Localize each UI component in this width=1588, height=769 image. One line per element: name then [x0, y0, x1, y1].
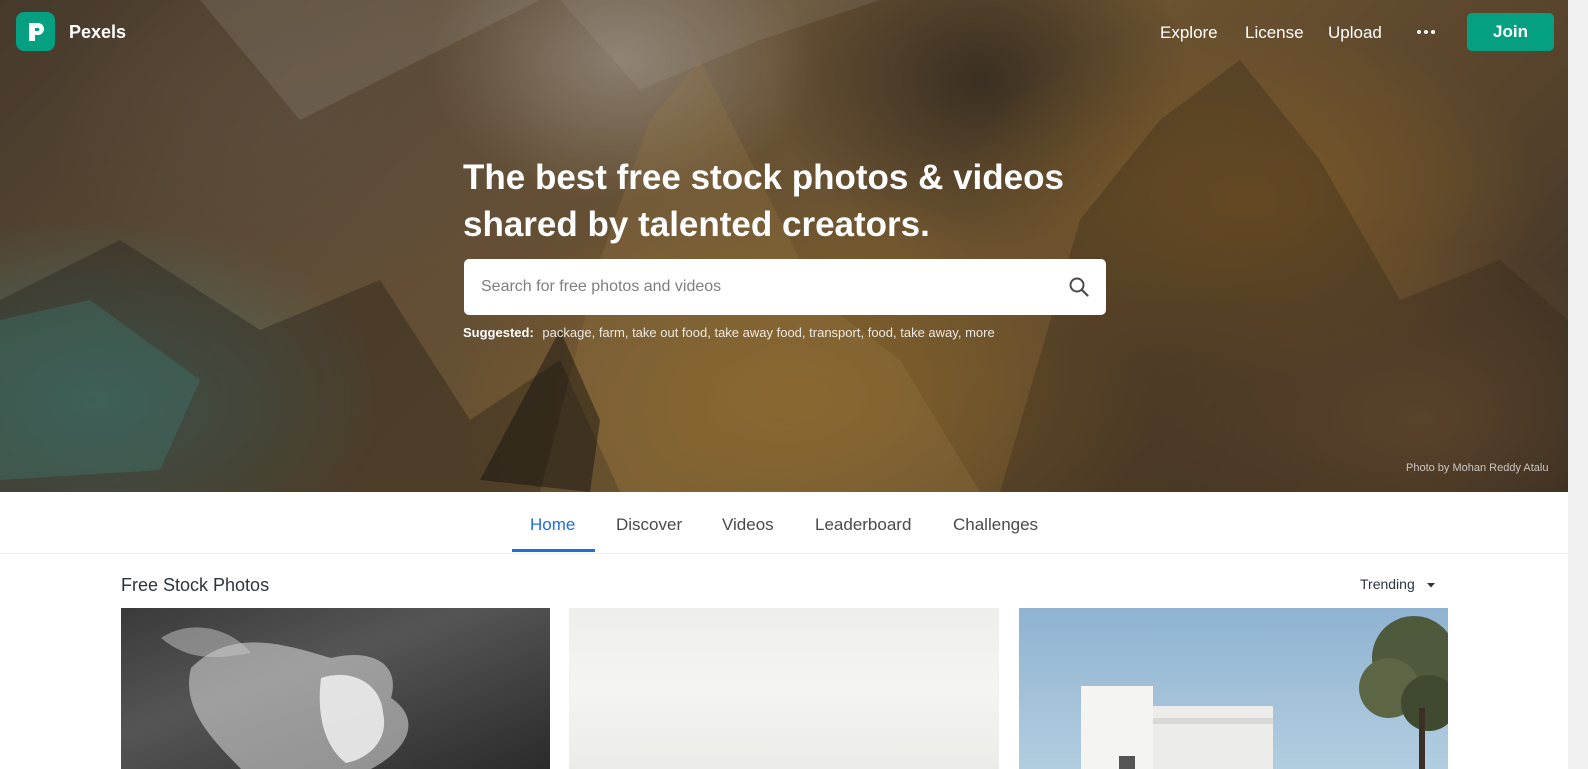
search-input[interactable] — [464, 259, 1054, 315]
nav-explore[interactable]: Explore — [1160, 23, 1218, 43]
pexels-logo-icon[interactable] — [16, 12, 55, 51]
suggestion-link[interactable]: take out food, — [632, 325, 711, 340]
suggestion-link[interactable]: take away, — [900, 325, 961, 340]
tab-leaderboard[interactable]: Leaderboard — [815, 515, 911, 535]
photo-credit-link[interactable]: Photo by Mohan Reddy Atalu — [1406, 462, 1548, 474]
hero-headline: The best free stock photos & videos shar… — [463, 154, 1123, 248]
sort-dropdown[interactable]: Trending — [1360, 576, 1415, 592]
nav-license[interactable]: License — [1245, 23, 1304, 43]
suggestion-link[interactable]: package, — [542, 325, 595, 340]
join-button[interactable]: Join — [1467, 13, 1554, 51]
brand-name[interactable]: Pexels — [69, 22, 126, 43]
photo-white-building — [1081, 616, 1448, 769]
suggestion-link[interactable]: transport, — [809, 325, 864, 340]
suggestion-more-link[interactable]: more — [965, 325, 995, 340]
headline-line-2: shared by talented creators. — [463, 205, 930, 244]
top-navigation: Pexels Explore License Upload Join — [0, 0, 1568, 66]
suggestion-link[interactable]: take away food, — [714, 325, 805, 340]
photo-card[interactable] — [121, 608, 550, 769]
suggestion-link[interactable]: farm, — [599, 325, 629, 340]
suggested-searches: Suggested: package, farm, take out food,… — [463, 325, 995, 340]
section-title: Free Stock Photos — [121, 575, 270, 595]
suggested-label: Suggested: — [463, 325, 534, 340]
suggestion-link[interactable]: food, — [868, 325, 897, 340]
tab-challenges[interactable]: Challenges — [953, 515, 1038, 535]
photo-plastic-statue — [161, 627, 409, 769]
tab-videos[interactable]: Videos — [722, 515, 774, 535]
tab-home[interactable]: Home — [530, 515, 575, 535]
photo-card[interactable] — [569, 608, 999, 769]
headline-line-1: The best free stock photos & videos — [463, 158, 1064, 197]
chevron-down-icon[interactable] — [1426, 580, 1436, 590]
active-tab-indicator — [512, 549, 595, 552]
page-scrollbar[interactable] — [1568, 0, 1588, 769]
nav-upload[interactable]: Upload — [1328, 23, 1382, 43]
search-box — [464, 259, 1106, 315]
more-dots-icon[interactable] — [1416, 22, 1436, 42]
tab-discover[interactable]: Discover — [616, 515, 682, 535]
search-icon[interactable] — [1068, 276, 1090, 298]
photo-card[interactable] — [1019, 608, 1448, 769]
tabs-bar: Home Discover Videos Leaderboard Challen… — [0, 492, 1568, 554]
